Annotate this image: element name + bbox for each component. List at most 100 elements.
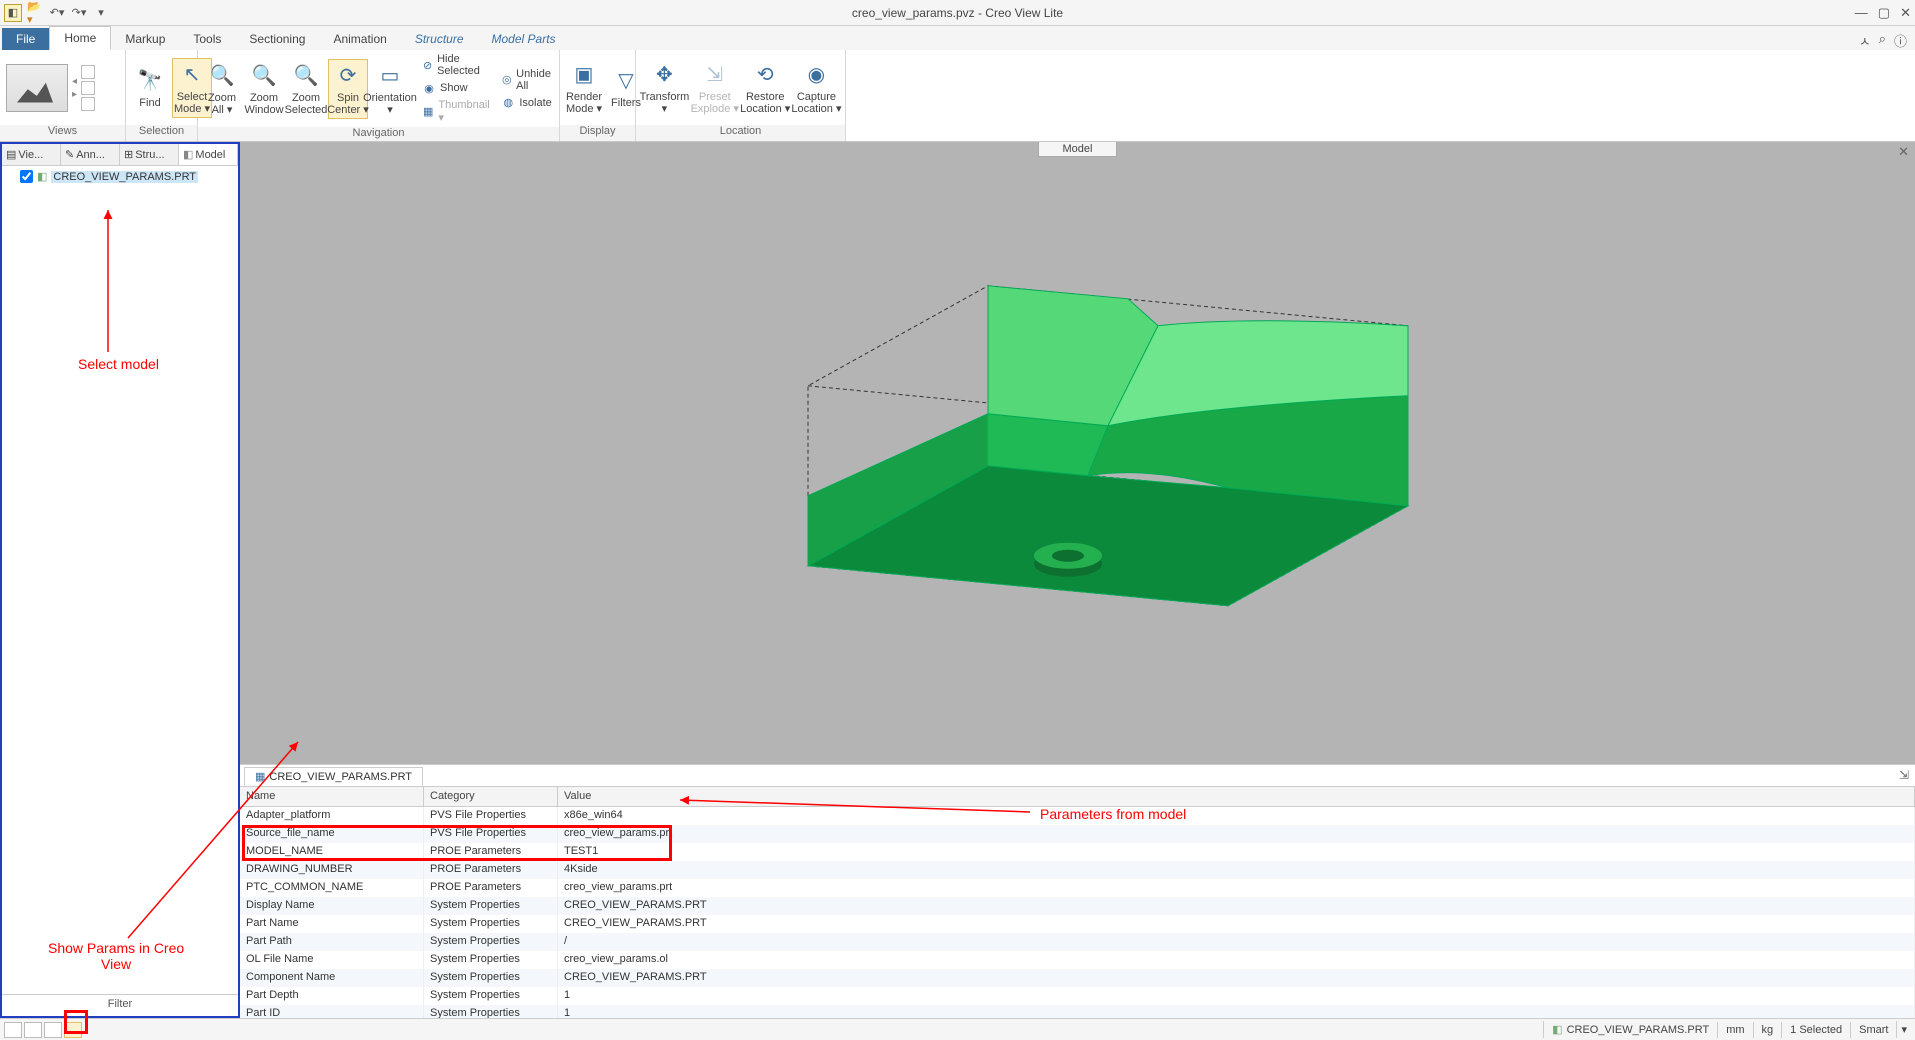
layout-2-button[interactable]	[24, 1022, 42, 1038]
transform-button[interactable]: ✥Transform ▾	[640, 59, 689, 117]
viewport-tab[interactable]: Model	[1038, 142, 1118, 157]
col-category[interactable]: Category	[424, 787, 558, 806]
status-units-mm[interactable]: mm	[1717, 1022, 1752, 1038]
filter-bar[interactable]: Filter	[2, 994, 238, 1016]
ribbon-tabs: File Home Markup Tools Sectioning Animat…	[0, 26, 1915, 50]
tree-checkbox[interactable]	[20, 170, 33, 183]
tab-home[interactable]: Home	[49, 26, 111, 50]
viewport-3d[interactable]: Model ✕	[240, 142, 1915, 764]
col-value[interactable]: Value	[558, 787, 1915, 806]
spin-center-button[interactable]: ⟳Spin Center ▾	[328, 59, 368, 119]
close-icon[interactable]: ✕	[1900, 5, 1911, 21]
table-row[interactable]: MODEL_NAMEPROE ParametersTEST1	[240, 843, 1915, 861]
status-smart[interactable]: Smart	[1850, 1022, 1896, 1038]
left-tab-annotations[interactable]: ✎Ann...	[61, 144, 120, 165]
zoom-window-button[interactable]: 🔍Zoom Window	[244, 60, 284, 118]
view-grid-icon[interactable]	[81, 81, 95, 95]
props-tab[interactable]: ▦CREO_VIEW_PARAMS.PRT	[244, 767, 423, 786]
status-bar: ◧CREO_VIEW_PARAMS.PRT mm kg 1 Selected S…	[0, 1018, 1915, 1040]
table-row[interactable]: Adapter_platformPVS File Propertiesx86e_…	[240, 807, 1915, 825]
ribbon: ◂▸ Views 🔭Find ↖Select Mode ▾ Selection …	[0, 50, 1915, 142]
left-tab-model[interactable]: ◧Model	[179, 144, 238, 165]
status-dropdown-icon[interactable]: ▾	[1896, 1021, 1911, 1038]
left-tab-views[interactable]: ▤Vie...	[2, 144, 61, 165]
table-row[interactable]: Source_file_namePVS File Propertiescreo_…	[240, 825, 1915, 843]
cell-name: Adapter_platform	[240, 807, 424, 825]
tab-structure[interactable]: Structure	[401, 28, 478, 50]
table-row[interactable]: Component NameSystem PropertiesCREO_VIEW…	[240, 969, 1915, 987]
search-icon[interactable]: ⌕	[1879, 31, 1886, 50]
explode-icon: ⇲	[701, 61, 729, 89]
tab-sectioning[interactable]: Sectioning	[235, 28, 319, 50]
group-views: Views	[0, 125, 125, 141]
col-name[interactable]: Name	[240, 787, 424, 806]
open-icon[interactable]: 📂▾	[26, 4, 44, 22]
table-row[interactable]: Part NameSystem PropertiesCREO_VIEW_PARA…	[240, 915, 1915, 933]
pin-icon[interactable]: ⇲	[1899, 768, 1909, 782]
tab-tools[interactable]: Tools	[179, 28, 235, 50]
isolate-button[interactable]: ◍Isolate	[497, 95, 558, 111]
cell-value: 1	[558, 1005, 1915, 1018]
cell-category: PROE Parameters	[424, 843, 558, 861]
cell-category: PVS File Properties	[424, 825, 558, 843]
table-row[interactable]: Part PathSystem Properties/	[240, 933, 1915, 951]
layout-1-button[interactable]	[4, 1022, 22, 1038]
viewport-close-icon[interactable]: ✕	[1898, 144, 1909, 160]
ribbon-collapse-icon[interactable]: ㅅ	[1859, 31, 1871, 50]
layout-4-button[interactable]	[64, 1022, 82, 1038]
unhide-all-button[interactable]: ◎Unhide All	[497, 67, 558, 93]
cell-category: System Properties	[424, 951, 558, 969]
cell-value: CREO_VIEW_PARAMS.PRT	[558, 897, 1915, 915]
thumbnail-icon: ▦	[422, 105, 434, 119]
tab-markup[interactable]: Markup	[111, 28, 179, 50]
part-icon: ◧	[1552, 1024, 1562, 1036]
ann-tab-icon: ✎	[65, 148, 74, 161]
find-button[interactable]: 🔭Find	[130, 65, 170, 111]
table-row[interactable]: DRAWING_NUMBERPROE Parameters4Kside	[240, 861, 1915, 879]
status-units-kg[interactable]: kg	[1753, 1022, 1782, 1038]
redo-icon[interactable]: ↷▾	[70, 4, 88, 22]
table-row[interactable]: Display NameSystem PropertiesCREO_VIEW_P…	[240, 897, 1915, 915]
preset-explode-button[interactable]: ⇲Preset Explode ▾	[691, 59, 739, 117]
hide-selected-button[interactable]: ⊘Hide Selected	[418, 52, 495, 78]
undo-icon[interactable]: ↶▾	[48, 4, 66, 22]
view-thumbnail[interactable]	[6, 64, 68, 112]
tab-animation[interactable]: Animation	[319, 28, 400, 50]
tree-node-root[interactable]: ◧ CREO_VIEW_PARAMS.PRT	[6, 170, 234, 183]
table-row[interactable]: PTC_COMMON_NAMEPROE Parameterscreo_view_…	[240, 879, 1915, 897]
render-mode-button[interactable]: ▣Render Mode ▾	[564, 59, 604, 117]
table-row[interactable]: Part IDSystem Properties1	[240, 1005, 1915, 1018]
cell-value: creo_view_params.ol	[558, 951, 1915, 969]
group-navigation: Navigation	[198, 127, 559, 141]
table-row[interactable]: OL File NameSystem Propertiescreo_view_p…	[240, 951, 1915, 969]
left-tab-structure[interactable]: ⊞Stru...	[120, 144, 179, 165]
capture-location-button[interactable]: ◉Capture Location ▾	[792, 59, 841, 117]
layout-3-button[interactable]	[44, 1022, 62, 1038]
cell-category: PROE Parameters	[424, 861, 558, 879]
left-panel: ▤Vie... ✎Ann... ⊞Stru... ◧Model ◧ CREO_V…	[0, 142, 240, 1018]
tab-file[interactable]: File	[2, 28, 49, 50]
show-icon: ◉	[422, 81, 436, 95]
cell-category: System Properties	[424, 915, 558, 933]
cell-value: x86e_win64	[558, 807, 1915, 825]
thumbnail-button[interactable]: ▦Thumbnail ▾	[418, 98, 495, 125]
zoom-all-icon: 🔍	[208, 62, 236, 90]
cell-value: TEST1	[558, 843, 1915, 861]
cell-category: System Properties	[424, 897, 558, 915]
restore-location-button[interactable]: ⟲Restore Location ▾	[741, 59, 790, 117]
minimize-icon[interactable]: —	[1855, 5, 1868, 21]
show-button[interactable]: ◉Show	[418, 80, 495, 96]
orientation-icon: ▭	[376, 62, 404, 90]
cell-name: Part Name	[240, 915, 424, 933]
help-icon[interactable]: ⓘ	[1894, 31, 1907, 50]
table-row[interactable]: Part DepthSystem Properties1	[240, 987, 1915, 1005]
zoom-selected-button[interactable]: 🔍Zoom Selected	[286, 60, 326, 118]
qat-dropdown-icon[interactable]: ▾	[92, 4, 110, 22]
tab-model-parts[interactable]: Model Parts	[478, 28, 570, 50]
view-grid-icon[interactable]	[81, 97, 95, 111]
maximize-icon[interactable]: ▢	[1878, 5, 1890, 21]
zoom-all-button[interactable]: 🔍Zoom All ▾	[202, 60, 242, 118]
view-grid-icon[interactable]	[81, 65, 95, 79]
zoom-window-icon: 🔍	[250, 62, 278, 90]
orientation-button[interactable]: ▭Orientation ▾	[370, 60, 410, 118]
